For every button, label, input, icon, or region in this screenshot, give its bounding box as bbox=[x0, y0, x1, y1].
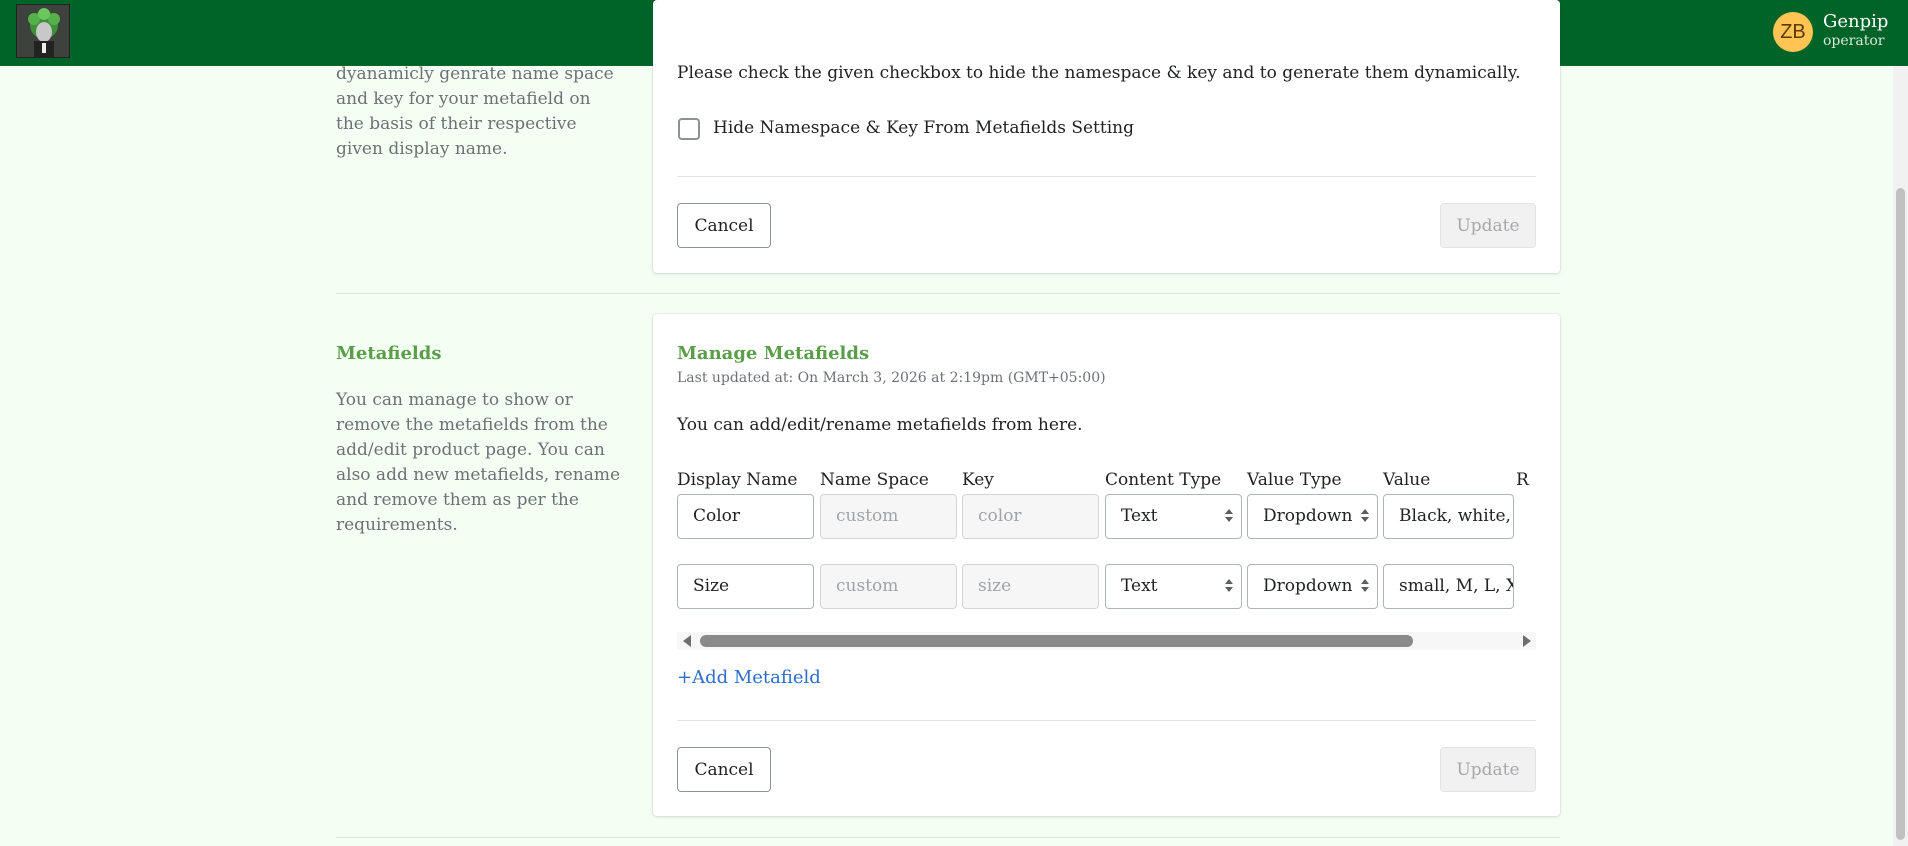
namespace-section-description: dyanamicly genrate name space and key fo… bbox=[336, 64, 614, 159]
namespace-input[interactable]: custom bbox=[820, 564, 957, 609]
hide-namespace-label[interactable]: Hide Namespace & Key From Metafields Set… bbox=[713, 118, 1134, 138]
section-divider bbox=[336, 837, 1560, 838]
content-type-select[interactable]: Text bbox=[1105, 494, 1242, 539]
metafields-update-button[interactable]: Update bbox=[1440, 747, 1536, 792]
section-divider bbox=[336, 293, 1560, 294]
namespace-cancel-button[interactable]: Cancel bbox=[677, 203, 771, 248]
display-name-input[interactable]: Color bbox=[677, 494, 814, 539]
metafields-section-title: Metafields bbox=[336, 343, 442, 364]
page-scrollbar-thumb[interactable] bbox=[1896, 188, 1905, 840]
app-logo[interactable] bbox=[16, 4, 70, 58]
content-type-value: Text bbox=[1121, 506, 1158, 526]
key-input[interactable]: color bbox=[962, 494, 1099, 539]
value-input[interactable]: Black, white, bbox=[1383, 494, 1514, 539]
select-arrows-icon bbox=[1225, 579, 1233, 593]
scroll-left-arrow-icon[interactable] bbox=[683, 635, 691, 647]
metafields-section-description: You can manage to show or remove the met… bbox=[336, 390, 621, 535]
table-scrollbar-thumb[interactable] bbox=[700, 635, 1413, 647]
select-arrows-icon bbox=[1361, 509, 1369, 523]
column-header-remove: R bbox=[1516, 470, 1529, 490]
value-type-value: Dropdown bbox=[1263, 576, 1353, 596]
column-header-value-type: Value Type bbox=[1247, 470, 1342, 490]
content-type-select[interactable]: Text bbox=[1105, 564, 1242, 609]
card-title: Manage Metafields bbox=[677, 343, 870, 364]
namespace-input[interactable]: custom bbox=[820, 494, 957, 539]
value-type-value: Dropdown bbox=[1263, 506, 1353, 526]
manage-metafields-card: Manage Metafields Last updated at: On Ma… bbox=[653, 314, 1560, 816]
column-header-name-space: Name Space bbox=[820, 470, 929, 490]
column-header-display-name: Display Name bbox=[677, 470, 798, 490]
metafields-intro: You can add/edit/rename metafields from … bbox=[677, 415, 1083, 435]
metafields-cancel-button[interactable]: Cancel bbox=[677, 747, 771, 792]
namespace-update-button[interactable]: Update bbox=[1440, 203, 1536, 248]
table-horizontal-scrollbar[interactable] bbox=[677, 632, 1536, 650]
namespace-instruction: Please check the given checkbox to hide … bbox=[677, 63, 1521, 83]
card-divider bbox=[677, 720, 1536, 721]
user-avatar[interactable]: ZB bbox=[1773, 12, 1813, 52]
display-name-input[interactable]: Size bbox=[677, 564, 814, 609]
value-input[interactable]: small, M, L, X bbox=[1383, 564, 1514, 609]
column-header-content-type: Content Type bbox=[1105, 470, 1222, 490]
select-arrows-icon bbox=[1361, 579, 1369, 593]
card-divider bbox=[677, 176, 1536, 177]
add-metafield-link[interactable]: +Add Metafield bbox=[677, 667, 821, 688]
page-scrollbar[interactable] bbox=[1893, 66, 1908, 846]
column-header-value: Value bbox=[1383, 470, 1431, 490]
key-input[interactable]: size bbox=[962, 564, 1099, 609]
hide-namespace-checkbox[interactable] bbox=[678, 118, 700, 140]
content-type-value: Text bbox=[1121, 576, 1158, 596]
column-header-key: Key bbox=[962, 470, 994, 490]
user-role: operator bbox=[1823, 33, 1885, 49]
namespace-settings-card: Please check the given checkbox to hide … bbox=[653, 0, 1560, 273]
last-updated-text: Last updated at: On March 3, 2026 at 2:1… bbox=[677, 370, 1106, 386]
logo-image-icon bbox=[17, 5, 69, 57]
user-name[interactable]: Genpip bbox=[1823, 11, 1888, 32]
value-type-select[interactable]: Dropdown bbox=[1247, 494, 1378, 539]
scroll-right-arrow-icon[interactable] bbox=[1523, 635, 1531, 647]
select-arrows-icon bbox=[1225, 509, 1233, 523]
value-type-select[interactable]: Dropdown bbox=[1247, 564, 1378, 609]
